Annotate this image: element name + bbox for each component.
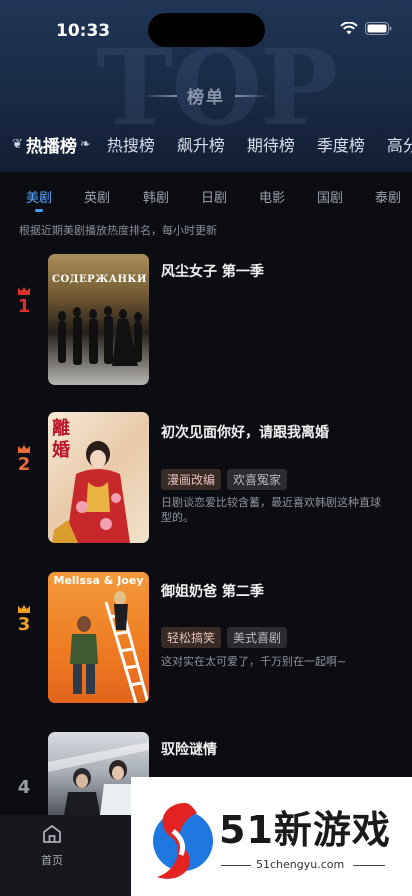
watermark-line-right [353, 865, 385, 866]
crown-icon [18, 445, 30, 453]
ranking-note: 根据近期美剧播放热度排名，每小时更新 [19, 224, 217, 237]
rank-badge: 4 [12, 777, 36, 798]
rank-badge: 1 [12, 286, 36, 317]
status-bar: 10:33 [0, 0, 412, 60]
poster-caption: СОДЕРЖАНКИ [52, 274, 147, 285]
title-deco-right [235, 94, 269, 97]
rank-badge: 3 [12, 604, 36, 635]
title-deco-left [143, 94, 177, 97]
tag[interactable]: 欢喜冤家 [227, 469, 288, 490]
tab-rising[interactable]: 飙升榜 [177, 132, 225, 156]
rank-number: 3 [17, 614, 31, 635]
tag[interactable]: 漫画改编 [161, 469, 222, 490]
subtab-cn[interactable]: 国剧 [317, 187, 343, 206]
subtab-movie[interactable]: 电影 [259, 187, 285, 206]
nav-home-label: 首页 [41, 854, 63, 867]
tab-anticipated[interactable]: 期待榜 [247, 132, 295, 156]
header: TOP 10:33 榜单 ❦ 热播榜 ❧ 热搜榜 飙升榜 期待榜 季度榜 高分 [0, 0, 412, 172]
item-title[interactable]: 风尘女子 第一季 [161, 261, 264, 281]
battery-icon [365, 22, 392, 35]
status-time: 10:33 [56, 21, 111, 41]
tag-list: 漫画改编 欢喜冤家 [161, 469, 288, 490]
crown-icon [18, 287, 30, 295]
crown-icon [18, 605, 30, 613]
tab-hot-search[interactable]: 热搜榜 [107, 132, 155, 156]
poster-image[interactable]: СОДЕРЖАНКИ [48, 254, 149, 385]
poster-image[interactable]: 離婚 [48, 412, 149, 543]
subtab-kr[interactable]: 韩剧 [143, 187, 169, 206]
item-title[interactable]: 驭险谜情 [161, 739, 217, 759]
watermark-url: 51chengyu.com [256, 858, 345, 871]
watermark-text: 51新游戏 [219, 808, 391, 852]
tag[interactable]: 轻松搞笑 [161, 627, 222, 648]
item-desc: 这对实在太可爱了，千万别在一起啊~ [161, 655, 347, 668]
subtab-indicator [35, 209, 43, 212]
ranking-tabs: ❦ 热播榜 ❧ 热搜榜 飙升榜 期待榜 季度榜 高分 [0, 130, 412, 158]
subtab-us[interactable]: 美剧 [26, 187, 52, 206]
poster-image[interactable]: Melissa & Joey [48, 572, 149, 703]
list-item[interactable]: 2 離婚 初次见面你好，请跟我离婚 漫画改编 欢喜冤家 日剧谈恋爱比较含蓄，最近… [0, 412, 412, 562]
category-tabs: 美剧 英剧 韩剧 日剧 电影 国剧 泰剧 [0, 187, 412, 215]
wifi-icon [340, 22, 358, 35]
item-title[interactable]: 初次见面你好，请跟我离婚 [161, 422, 329, 442]
tab-high-score[interactable]: 高分 [387, 132, 412, 156]
home-icon [43, 825, 61, 843]
rank-number: 1 [17, 296, 31, 317]
poster-caption: 離婚 [52, 418, 70, 461]
item-title[interactable]: 御姐奶爸 第二季 [161, 581, 264, 601]
item-desc: 日剧谈恋爱比较含蓄，最近喜欢韩剧这种直球型的。 [161, 496, 381, 524]
watermark-line-left [221, 865, 251, 866]
list-item[interactable]: 3 Melissa & Joey 御姐奶爸 第二季 轻松搞笑 美式喜剧 这对实在… [0, 572, 412, 722]
laurel-left-icon: ❦ [12, 136, 23, 152]
dynamic-island [148, 13, 265, 47]
subtab-uk[interactable]: 英剧 [84, 187, 110, 206]
nav-home[interactable]: 首页 [30, 823, 74, 868]
tag[interactable]: 美式喜剧 [227, 627, 288, 648]
rank-badge: 2 [12, 444, 36, 475]
list-item[interactable]: 1 СОДЕРЖАНКИ 风尘女子 第一季 [0, 254, 412, 404]
tab-season[interactable]: 季度榜 [317, 132, 365, 156]
laurel-right-icon: ❧ [79, 136, 91, 152]
status-icons [340, 22, 392, 35]
tag-list: 轻松搞笑 美式喜剧 [161, 627, 288, 648]
subtab-th[interactable]: 泰剧 [375, 187, 401, 206]
ranking-title: 榜单 [0, 83, 412, 108]
tab-hot-play[interactable]: ❦ 热播榜 ❧ [12, 132, 91, 157]
poster-caption: Melissa & Joey [53, 574, 144, 587]
tab-label: 热播榜 [25, 136, 77, 157]
rank-number: 4 [17, 777, 31, 798]
ranking-title-text: 榜单 [187, 88, 225, 108]
watermark-logo [153, 803, 213, 879]
poster-art [70, 591, 149, 703]
rank-number: 2 [17, 454, 31, 475]
watermark: 51新游戏 51chengyu.com [131, 777, 412, 896]
subtab-jp[interactable]: 日剧 [201, 187, 227, 206]
